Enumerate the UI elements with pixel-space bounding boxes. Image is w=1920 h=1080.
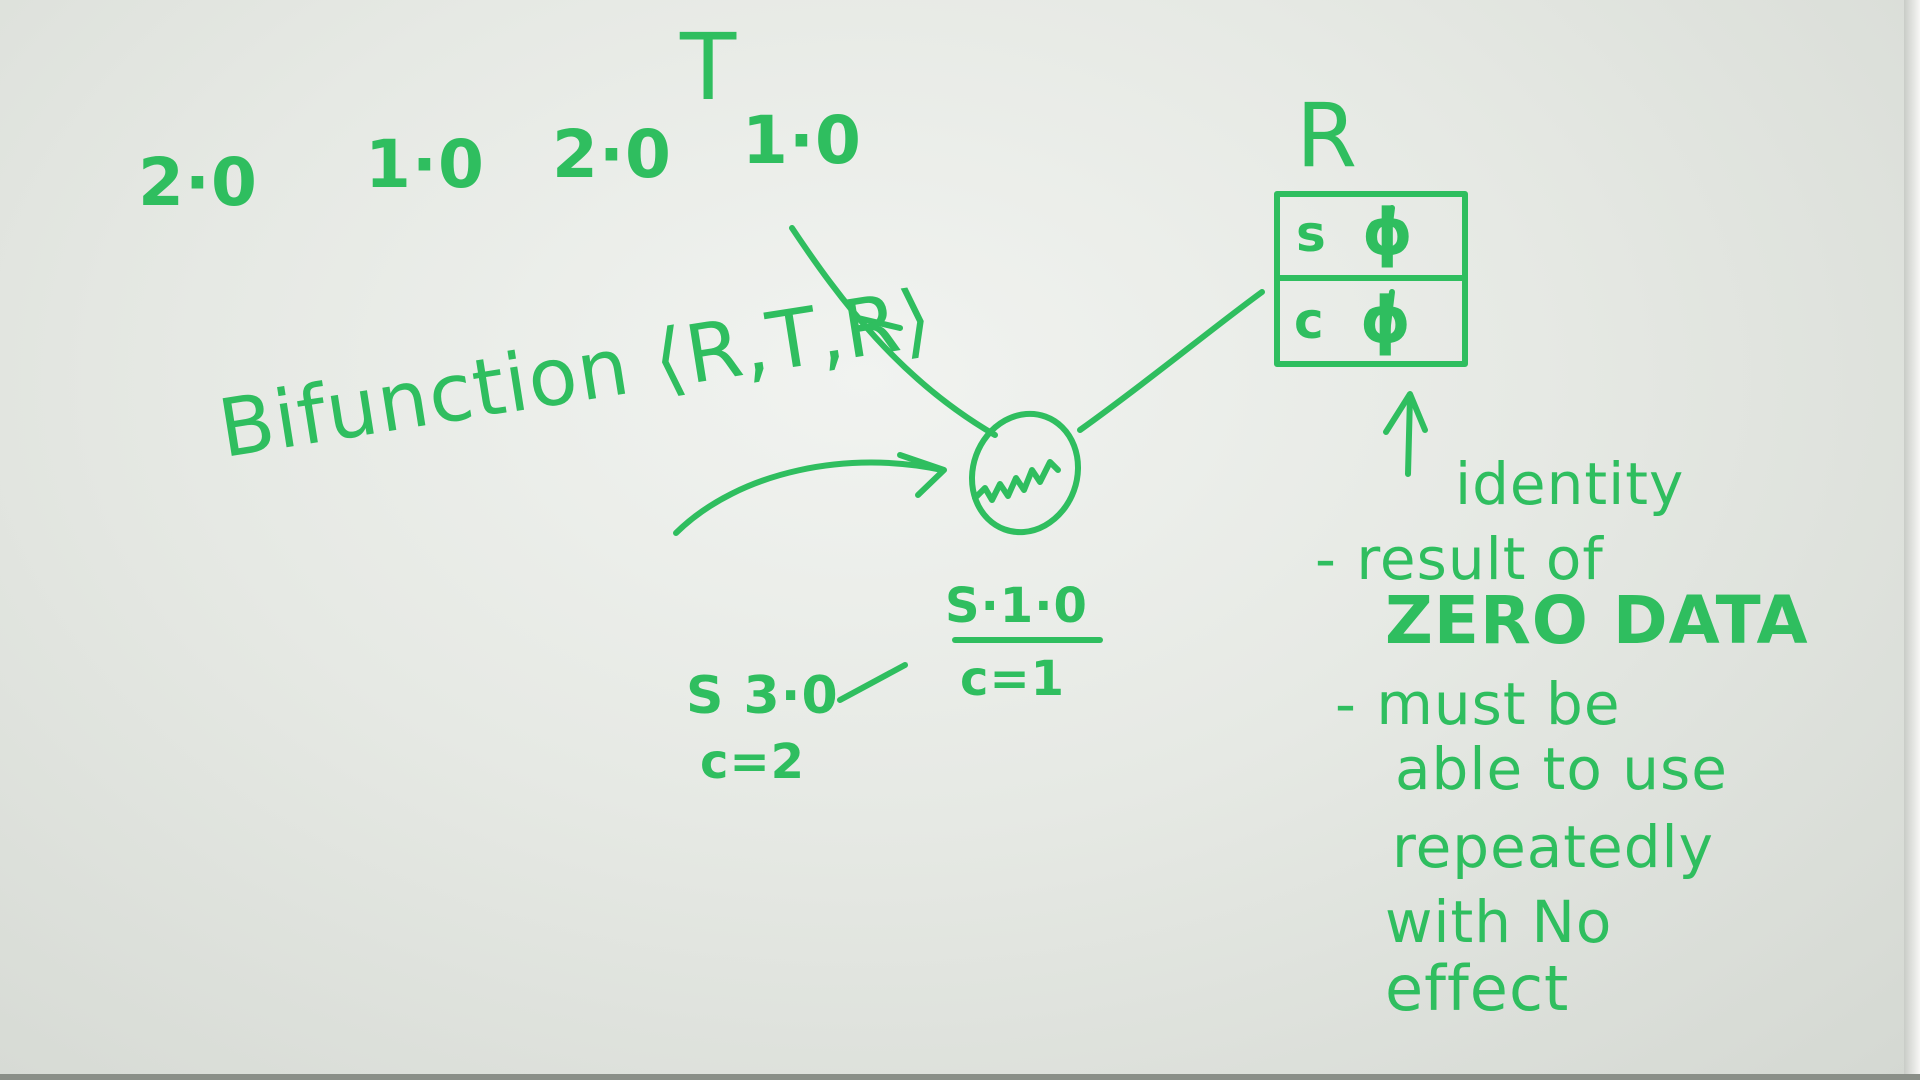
table-value-c: ϕ — [1360, 284, 1411, 358]
table-key-c: c — [1294, 292, 1324, 350]
node-state-top: S·1·0 — [945, 578, 1088, 634]
timeline-value-3: 2·0 — [552, 116, 672, 193]
up-arrow-head — [1383, 391, 1428, 435]
note-line-1: - result of — [1315, 525, 1604, 593]
table-key-s: s — [1296, 205, 1326, 263]
timeline-value-2: 1·0 — [365, 126, 485, 203]
note-line-2: ZERO DATA — [1385, 582, 1809, 659]
whiteboard: T 2·0 1·0 2·0 1·0 R s ϕ c ϕ Bifunction ⟨… — [0, 0, 1920, 1080]
curved-arrow — [673, 459, 945, 536]
up-arrow — [1405, 393, 1413, 477]
state-slash — [837, 662, 908, 703]
node-state-bottom: c=1 — [960, 651, 1066, 707]
note-line-4: able to use — [1395, 735, 1728, 803]
note-line-3: - must be — [1335, 670, 1621, 738]
node-scribble — [972, 459, 1061, 503]
timeline-value-4: 1·0 — [742, 102, 862, 179]
note-identity: identity — [1455, 450, 1685, 518]
board-frame-edge — [1904, 0, 1920, 1080]
note-line-6: with No — [1385, 888, 1613, 956]
reduction-label: R — [1296, 84, 1359, 187]
note-line-7: effect — [1385, 952, 1570, 1025]
input-state-top: S 3·0 — [686, 666, 839, 726]
timeline-label: T — [680, 14, 738, 121]
marker-strokes — [673, 191, 1468, 703]
table-value-s: ϕ — [1362, 196, 1413, 270]
input-state-bottom: c=2 — [700, 734, 806, 790]
board-bottom-edge — [0, 1074, 1920, 1080]
timeline-value-1: 2·0 — [138, 144, 258, 221]
curved-arrow-head — [897, 452, 947, 498]
node-to-table-line — [1077, 289, 1265, 433]
note-line-5: repeatedly — [1392, 813, 1714, 881]
